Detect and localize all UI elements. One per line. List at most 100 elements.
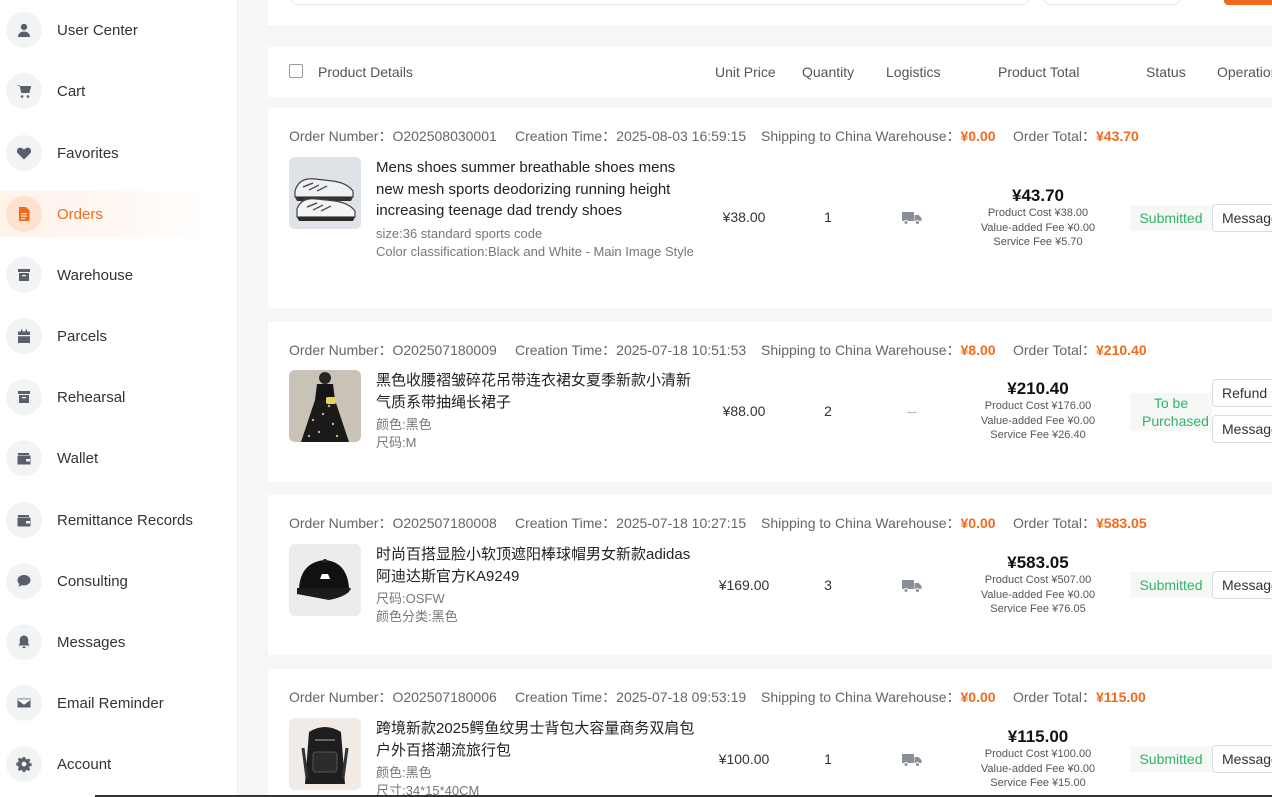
sidebar-item-label: Remittance Records	[57, 511, 193, 529]
shipping-fee: Shipping to China Warehouse：¥0.00	[761, 515, 996, 531]
header-logistics: Logistics	[886, 64, 941, 80]
filter-bar	[268, 0, 1272, 27]
sidebar-item-consulting[interactable]: Consulting	[0, 558, 208, 604]
shipping-fee: Shipping to China Warehouse：¥0.00	[761, 689, 996, 705]
table-header: Product Details Unit Price Quantity Logi…	[268, 47, 1272, 97]
product-image[interactable]	[289, 544, 361, 616]
product-attribute: Color classification:Black and White - M…	[376, 244, 694, 259]
sidebar-item-cart[interactable]: Cart	[0, 68, 208, 114]
product-attribute: 颜色:黑色	[376, 765, 432, 780]
header-product-total: Product Total	[998, 64, 1080, 80]
product-image[interactable]	[289, 370, 361, 442]
product-total: ¥43.70	[1012, 186, 1064, 205]
sidebar-item-rehearsal[interactable]: Rehearsal	[0, 374, 208, 420]
service-fee: Service Fee ¥76.05	[990, 603, 1086, 615]
product-title[interactable]: 时尚百搭显脸小软顶遮阳棒球帽男女新款adidas阿迪达斯官方KA9249	[376, 544, 696, 587]
product-image[interactable]	[289, 157, 361, 229]
order-number: Order Number：O202507180009	[289, 342, 497, 358]
product-title[interactable]: 黑色收腰褶皱碎花吊带连衣裙女夏季新款小清新气质系带抽绳长裙子	[376, 370, 696, 413]
product-attribute: 尺码:M	[376, 435, 417, 450]
shipping-fee: Shipping to China Warehouse：¥0.00	[761, 128, 996, 144]
document-icon	[6, 196, 42, 232]
product-title[interactable]: Mens shoes summer breathable shoes mens …	[376, 157, 696, 222]
message-button[interactable]: Message	[1212, 204, 1272, 232]
search-button[interactable]	[1224, 0, 1272, 5]
search-input[interactable]	[290, 0, 1030, 5]
order-total: Order Total：¥583.05	[1013, 515, 1147, 531]
sidebar-item-label: Consulting	[57, 572, 128, 590]
product-cost: Product Cost ¥507.00	[984, 574, 1092, 586]
creation-time: Creation Time：2025-07-18 09:53:19	[515, 689, 747, 705]
sidebar-item-account[interactable]: Account	[0, 741, 208, 787]
product-total-block: ¥115.00 Product Cost ¥100.00 Value-added…	[963, 727, 1113, 791]
sidebar-item-orders[interactable]: Orders	[0, 191, 208, 237]
product-total: ¥583.05	[1007, 553, 1069, 572]
bell-icon	[6, 624, 42, 660]
sidebar-item-label: Parcels	[57, 327, 108, 345]
sidebar-item-label: Email Reminder	[57, 694, 164, 712]
status-badge: Submitted	[1130, 572, 1212, 598]
sidebar-item-label: Cart	[57, 82, 86, 100]
product-cost: Product Cost ¥100.00	[984, 748, 1092, 760]
product-attribute: 尺码:OSFW	[376, 591, 445, 606]
cart-icon	[6, 73, 42, 109]
sidebar-item-label: Messages	[57, 633, 126, 651]
unit-price: ¥88.00	[722, 403, 766, 419]
box-icon	[6, 379, 42, 415]
status-badge: Submitted	[1130, 746, 1212, 772]
quantity: 1	[824, 751, 832, 767]
sidebar-item-label: Favorites	[57, 144, 119, 162]
sidebar-item-parcels[interactable]: Parcels	[0, 313, 208, 359]
chat-icon	[6, 563, 42, 599]
product-attribute: 颜色:黑色	[376, 417, 432, 432]
value-added-fee: Value-added Fee ¥0.00	[980, 414, 1096, 427]
unit-price: ¥169.00	[718, 577, 770, 593]
header-operation: Operation	[1217, 64, 1272, 80]
heart-icon	[6, 135, 42, 171]
sidebar-item-email-reminder[interactable]: Email Reminder	[0, 680, 208, 726]
sidebar-item-remittance-records[interactable]: Remittance Records	[0, 497, 208, 543]
logistics-empty: --	[907, 403, 917, 419]
message-button[interactable]: Message	[1212, 415, 1272, 443]
main-content: Product Details Unit Price Quantity Logi…	[238, 0, 1272, 797]
quantity: 2	[824, 403, 832, 419]
order-number: Order Number：O202508030001	[289, 128, 497, 144]
orders-page: User Center Cart Favorites Orders Wareho…	[0, 0, 1272, 797]
quantity: 1	[824, 209, 832, 225]
truck-icon	[902, 212, 922, 225]
order-card: Order Number：O202507180008 Creation Time…	[268, 495, 1272, 655]
order-total: Order Total：¥210.40	[1013, 342, 1147, 358]
product-image[interactable]	[289, 718, 361, 790]
value-added-fee: Value-added Fee ¥0.00	[980, 588, 1096, 601]
sidebar-item-wallet[interactable]: Wallet	[0, 435, 208, 481]
order-number: Order Number：O202507180008	[289, 515, 497, 531]
sidebar-item-user-center[interactable]: User Center	[0, 7, 208, 53]
parcel-icon	[6, 318, 42, 354]
message-button[interactable]: Message	[1212, 745, 1272, 773]
unit-price: ¥100.00	[718, 751, 770, 767]
sidebar-item-messages[interactable]: Messages	[0, 619, 208, 665]
value-added-fee: Value-added Fee ¥0.00	[980, 762, 1096, 775]
status-select[interactable]	[1043, 0, 1181, 5]
header-product-details: Product Details	[318, 64, 413, 80]
sidebar-item-favorites[interactable]: Favorites	[0, 130, 208, 176]
wallet-icon	[6, 440, 42, 476]
product-attribute: size:36 standard sports code	[376, 226, 543, 241]
shipping-fee: Shipping to China Warehouse：¥8.00	[761, 342, 996, 358]
message-button[interactable]: Message	[1212, 571, 1272, 599]
sidebar-item-warehouse[interactable]: Warehouse	[0, 252, 208, 298]
product-cost: Product Cost ¥38.00	[987, 207, 1089, 219]
mail-icon	[6, 685, 42, 721]
sidebar-item-label: Rehearsal	[57, 388, 126, 406]
creation-time: Creation Time：2025-07-18 10:51:53	[515, 342, 747, 358]
product-title[interactable]: 跨境新款2025鳄鱼纹男士背包大容量商务双肩包户外百搭潮流旅行包	[376, 718, 696, 761]
order-card: Order Number：O202507180009 Creation Time…	[268, 322, 1272, 482]
unit-price: ¥38.00	[722, 209, 766, 225]
header-status: Status	[1146, 64, 1186, 80]
product-attribute: 颜色分类:黑色	[376, 609, 458, 624]
refund-button[interactable]: Refund	[1212, 379, 1272, 407]
product-total: ¥115.00	[1007, 727, 1069, 746]
select-all-checkbox[interactable]	[289, 64, 303, 78]
header-quantity: Quantity	[802, 64, 855, 80]
service-fee: Service Fee ¥26.40	[990, 429, 1086, 441]
